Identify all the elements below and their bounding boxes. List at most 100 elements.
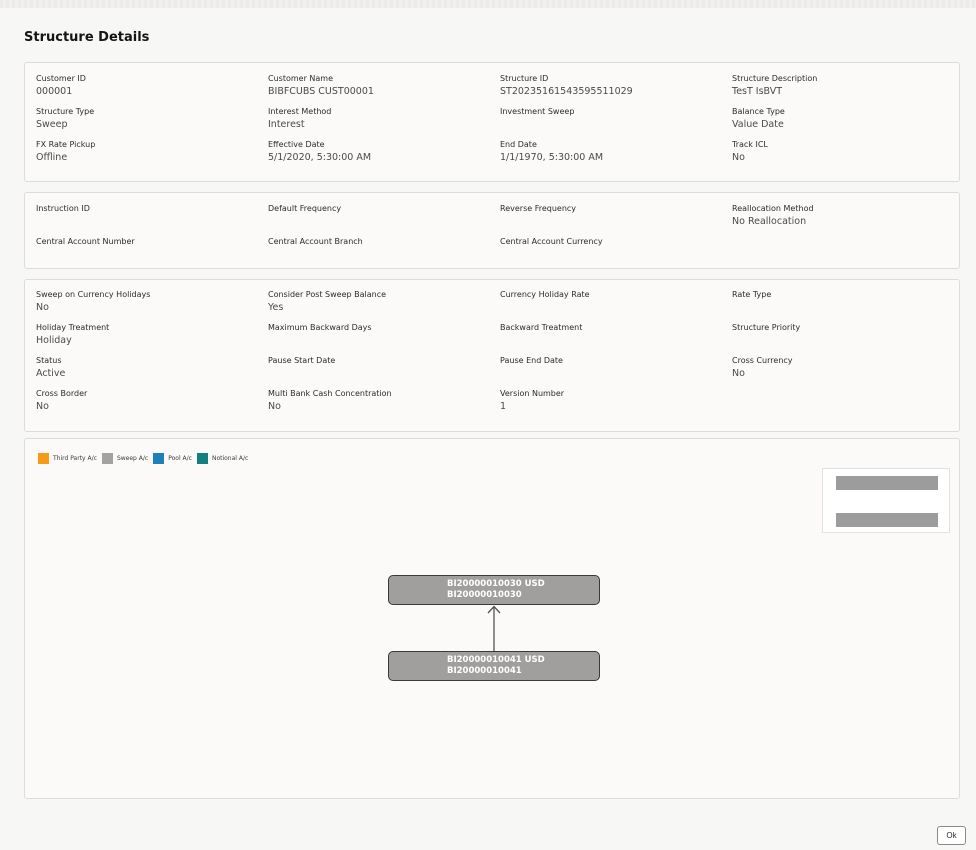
field-label: Customer ID (36, 74, 86, 83)
field-label (732, 237, 964, 248)
field-effective-date: Effective Date 5/1/2020, 5:30:00 AM (268, 140, 500, 173)
field-label: Default Frequency (268, 204, 342, 213)
node-account-number: BI20000010030 (447, 590, 522, 600)
field-value: Holiday (36, 335, 72, 346)
field-value: BIBFCUBS CUST00001 (268, 86, 374, 97)
field-label: Rate Type (732, 290, 772, 299)
field-status: Status Active (36, 356, 268, 389)
field-label: Reallocation Method (732, 204, 814, 213)
field-label: Effective Date (268, 140, 325, 149)
field-investment-sweep: Investment Sweep (500, 107, 732, 140)
field-multi-bank-cash-concentration: Multi Bank Cash Concentration No (268, 389, 500, 422)
field-structure-id: Structure ID ST20235161543595511029 (500, 74, 732, 107)
field-label: Pause Start Date (268, 356, 336, 365)
structure-diagram-panel: Third Party A/c Sweep A/c Pool A/c Notional… (24, 438, 960, 799)
field-customer-name: Customer Name BIBFCUBS CUST00001 (268, 74, 500, 107)
minimap-node-child (836, 513, 938, 527)
settings-fields-grid: Sweep on Currency Holidays No Consider Pos… (25, 280, 959, 422)
field-label: Pause End Date (500, 356, 563, 365)
field-label: Central Account Branch (268, 237, 363, 246)
field-cross-border: Cross Border No (36, 389, 268, 422)
field-label: Cross Border (36, 389, 88, 398)
field-central-account-branch: Central Account Branch (268, 237, 500, 270)
field-central-account-currency: Central Account Currency (500, 237, 732, 270)
node-account-number: BI20000010041 (447, 666, 522, 676)
field-label: Consider Post Sweep Balance (268, 290, 387, 299)
node-account-currency: BI20000010041 USD (447, 655, 545, 665)
field-label: Investment Sweep (500, 107, 575, 116)
field-value: Value Date (732, 119, 784, 130)
field-label: Track ICL (732, 140, 768, 149)
field-label (732, 389, 964, 400)
instruction-panel: Instruction ID Default Frequency Reverse F… (24, 192, 960, 269)
field-label: Holiday Treatment (36, 323, 110, 332)
field-label: FX Rate Pickup (36, 140, 96, 149)
field-value: 5/1/2020, 5:30:00 AM (268, 152, 372, 163)
field-customer-id: Customer ID 000001 (36, 74, 268, 107)
field-end-date: End Date 1/1/1970, 5:30:00 AM (500, 140, 732, 173)
field-fx-rate-pickup: FX Rate Pickup Offline (36, 140, 268, 173)
field-value: No (268, 401, 281, 412)
ok-button[interactable]: Ok (937, 826, 966, 845)
legend-label: Third Party A/c (53, 455, 97, 462)
field-holiday-treatment: Holiday Treatment Holiday (36, 323, 268, 356)
field-value: No (36, 302, 49, 313)
account-node-parent[interactable]: BI20000010030 USD BI20000010030 (388, 575, 600, 605)
field-value: TesT IsBVT (732, 86, 783, 97)
field-reverse-frequency: Reverse Frequency (500, 204, 732, 237)
field-label: Sweep on Currency Holidays (36, 290, 151, 299)
field-value: No (732, 368, 745, 379)
field-label: Maximum Backward Days (268, 323, 372, 332)
field-label: Central Account Number (36, 237, 135, 246)
field-label: Multi Bank Cash Concentration (268, 389, 392, 398)
legend-label: Sweep A/c (116, 455, 149, 462)
field-version-number: Version Number 1 (500, 389, 732, 422)
structure-header-panel: Customer ID 000001 Customer Name BIBFCUBS C… (24, 62, 960, 182)
legend-swatch (196, 453, 208, 464)
diagram-minimap[interactable] (822, 468, 950, 533)
top-strip (0, 0, 976, 8)
field-backward-treatment: Backward Treatment (500, 323, 732, 356)
account-type-legend: Third Party A/c Sweep A/c Pool A/c Notional… (38, 453, 253, 464)
account-node-child[interactable]: BI20000010041 USD BI20000010041 (388, 651, 600, 681)
legend-label: Pool A/c (168, 455, 192, 462)
field-value: ST20235161543595511029 (500, 86, 633, 97)
legend-swatch (101, 453, 113, 464)
field-label: Structure Type (36, 107, 95, 116)
field-value: 000001 (36, 86, 73, 97)
field-value: Offline (36, 152, 68, 163)
settings-panel: Sweep on Currency Holidays No Consider Pos… (24, 279, 960, 432)
legend-label: Notional A/c (211, 455, 249, 462)
field-value: Interest (268, 119, 305, 130)
field-label: Backward Treatment (500, 323, 583, 332)
field-label: Balance Type (732, 107, 785, 116)
field-central-account-number: Central Account Number (36, 237, 268, 270)
field-cross-currency: Cross Currency No (732, 356, 964, 389)
legend-item-notional-a-c: Notional A/c (196, 453, 249, 464)
field-balance-type: Balance Type Value Date (732, 107, 964, 140)
minimap-node-parent (836, 476, 938, 490)
field-pause-end-date: Pause End Date (500, 356, 732, 389)
page-title: Structure Details (24, 30, 150, 45)
legend-swatch (153, 453, 165, 464)
field-track-icl: Track ICL No (732, 140, 964, 173)
field-value: Active (36, 368, 66, 379)
field-label: Cross Currency (732, 356, 793, 365)
field-pause-start-date: Pause Start Date (268, 356, 500, 389)
field-sweep-on-currency-holidays: Sweep on Currency Holidays No (36, 290, 268, 323)
field-label: Structure ID (500, 74, 549, 83)
field-interest-method: Interest Method Interest (268, 107, 500, 140)
field-label: Instruction ID (36, 204, 90, 213)
legend-item-pool-a-c: Pool A/c (153, 453, 192, 464)
field-value: No Reallocation (732, 216, 807, 227)
field-label: End Date (500, 140, 537, 149)
instruction-fields-grid: Instruction ID Default Frequency Reverse F… (25, 193, 959, 270)
field-rate-type: Rate Type (732, 290, 964, 323)
field-value: Yes (268, 302, 284, 313)
field-structure-description: Structure Description TesT IsBVT (732, 74, 964, 107)
field-empty (732, 237, 964, 270)
field-label: Structure Description (732, 74, 818, 83)
field-structure-type: Structure Type Sweep (36, 107, 268, 140)
field-label: Central Account Currency (500, 237, 603, 246)
field-value: 1/1/1970, 5:30:00 AM (500, 152, 604, 163)
